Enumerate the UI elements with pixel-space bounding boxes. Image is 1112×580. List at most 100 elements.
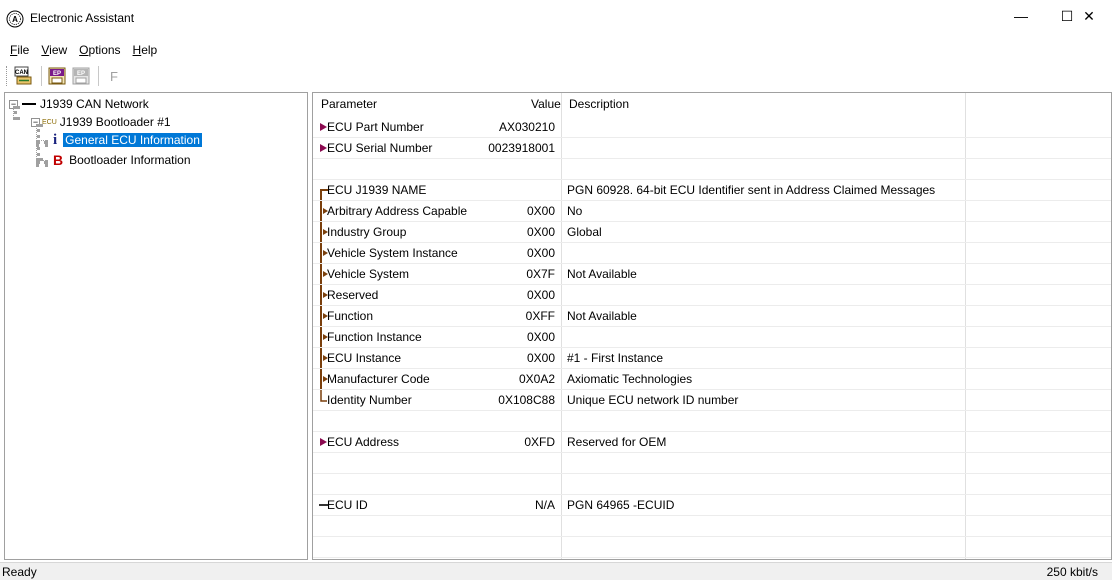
close-button[interactable]: ✕ [1066,0,1112,32]
header-parameter[interactable]: Parameter [321,97,377,111]
description-cell: Axiomatic Technologies [567,372,693,386]
tree-panel[interactable]: − J1939 CAN Network − ECU J1939 Bootload… [4,92,308,560]
bootloader-label: J1939 Bootloader #1 [59,115,171,129]
svg-text:CAN: CAN [15,70,28,76]
title-bar: A Electronic Assistant — ☐ ✕ [0,0,1112,38]
table-row[interactable] [313,453,1111,474]
value-cell: AX030210 [498,120,555,134]
svg-text:EP: EP [53,71,61,77]
table-row[interactable]: Identity Number 0X108C88 Unique ECU networ… [313,390,1111,411]
row-marker-icon [317,558,329,559]
table-row[interactable]: Software IDN/APGN 65242 -SOFT [313,558,1111,559]
tree-node-bootloader[interactable]: − ECU J1939 Bootloader #1 [31,113,171,131]
minimize-button[interactable]: — [998,0,1044,32]
value-cell: 0X108C88 [498,393,555,407]
table-row[interactable]: ECU Instance 0X00 #1 - First Instance [313,348,1111,369]
value-cell: 0X00 [526,288,555,302]
header-value[interactable]: Value [531,97,561,111]
description-cell: PGN 64965 -ECUID [567,498,675,512]
f-icon: F [110,68,118,84]
parameter-cell: ECU J1939 NAME [327,183,427,197]
table-row[interactable]: ECU Serial Number 0023918001 [313,138,1111,159]
table-row[interactable]: Function Instance 0X00 [313,327,1111,348]
menu-help[interactable]: Help [127,43,164,57]
description-cell: Unique ECU network ID number [567,393,739,407]
tree-node-boot-info[interactable]: B Bootloader Information [53,151,191,169]
parameter-table[interactable]: Parameter Value Description ECU Part Num… [312,92,1112,560]
network-line-icon [22,103,36,105]
table-row[interactable]: ECU ID N/A PGN 64965 -ECUID [313,495,1111,516]
parameter-cell: ECU Part Number [327,120,424,134]
table-row[interactable]: Manufacturer Code 0X0A2 Axiomatic Technolo… [313,369,1111,390]
value-cell: 0X00 [526,330,555,344]
menu-options[interactable]: Options [73,43,126,57]
ep-button[interactable]: EP [46,65,68,87]
value-cell: 0023918001 [488,141,555,155]
table-row[interactable]: Arbitrary Address Capable 0X00 No [313,201,1111,222]
value-cell: 0X00 [526,204,555,218]
parameter-cell: ECU Serial Number [327,141,433,155]
tree-node-general[interactable]: i General ECU Information [53,131,202,149]
table-row[interactable] [313,474,1111,495]
baud-rate: 250 kbit/s [1046,565,1098,579]
can-button[interactable]: CAN [13,65,35,87]
bootloader-icon: B [53,152,64,168]
network-label: J1939 CAN Network [40,97,149,111]
description-cell: Reserved for OEM [567,435,667,449]
table-header: Parameter Value Description [313,93,1111,117]
tree-node-network[interactable]: − J1939 CAN Network [9,95,149,113]
table-row[interactable]: ECU J1939 NAME PGN 60928. 64-bit ECU Iden… [313,180,1111,201]
parameter-cell: Function [327,309,374,323]
description-cell: PGN 60928. 64-bit ECU Identifier sent in… [567,183,936,197]
ep-icon: EP [48,67,66,85]
table-row[interactable]: Reserved 0X00 [313,285,1111,306]
table-row[interactable]: ECU Part Number AX030210 [313,117,1111,138]
svg-text:EP: EP [77,71,85,77]
tree-connector [36,140,48,144]
info-icon: i [53,131,58,148]
description-cell: #1 - First Instance [567,351,664,365]
value-cell: 0XFF [525,309,555,323]
parameter-cell: Function Instance [327,330,422,344]
table-row[interactable] [313,159,1111,180]
toolbar-separator [98,66,99,86]
value-cell: 0X00 [526,225,555,239]
general-label: General ECU Information [63,133,202,147]
toolbar-separator [41,66,42,86]
value-cell: N/A [534,498,555,512]
value-cell: 0X7F [526,267,555,281]
table-row[interactable]: ECU Address 0XFD Reserved for OEM [313,432,1111,453]
parameter-cell: Vehicle System [327,267,410,281]
svg-text:A: A [12,15,18,24]
parameter-cell: Manufacturer Code [327,372,430,386]
table-row[interactable] [313,537,1111,558]
close-icon: ✕ [1083,7,1095,24]
table-row[interactable]: Function 0XFF Not Available [313,306,1111,327]
f-button[interactable]: F [103,65,125,87]
table-row[interactable]: Vehicle System Instance 0X00 [313,243,1111,264]
parameter-cell: Identity Number [327,393,412,407]
parameter-cell: Arbitrary Address Capable [327,204,468,218]
table-row[interactable] [313,516,1111,537]
header-description[interactable]: Description [569,97,629,111]
tree-connector [36,160,48,164]
parameter-cell: ECU Instance [327,351,402,365]
value-cell: 0X00 [526,246,555,260]
minimize-icon: — [1014,8,1028,24]
parameter-cell: Industry Group [327,225,407,239]
menu-file[interactable]: File [4,43,35,57]
ep-disabled-button[interactable]: EP [70,65,92,87]
status-bar: Ready 250 kbit/s [0,562,1112,580]
table-row[interactable] [313,411,1111,432]
boot-info-label: Bootloader Information [69,153,191,167]
parameter-cell: Reserved [327,288,379,302]
app-icon: A [6,10,24,28]
table-row[interactable]: Vehicle System 0X7F Not Available [313,264,1111,285]
description-cell: Not Available [567,267,637,281]
description-cell: No [567,204,583,218]
toolbar-grip[interactable] [6,66,9,86]
can-icon: CAN [14,66,32,85]
table-row[interactable]: Industry Group 0X00 Global [313,222,1111,243]
menu-view[interactable]: View [35,43,73,57]
ecu-icon: ECU [42,118,57,126]
